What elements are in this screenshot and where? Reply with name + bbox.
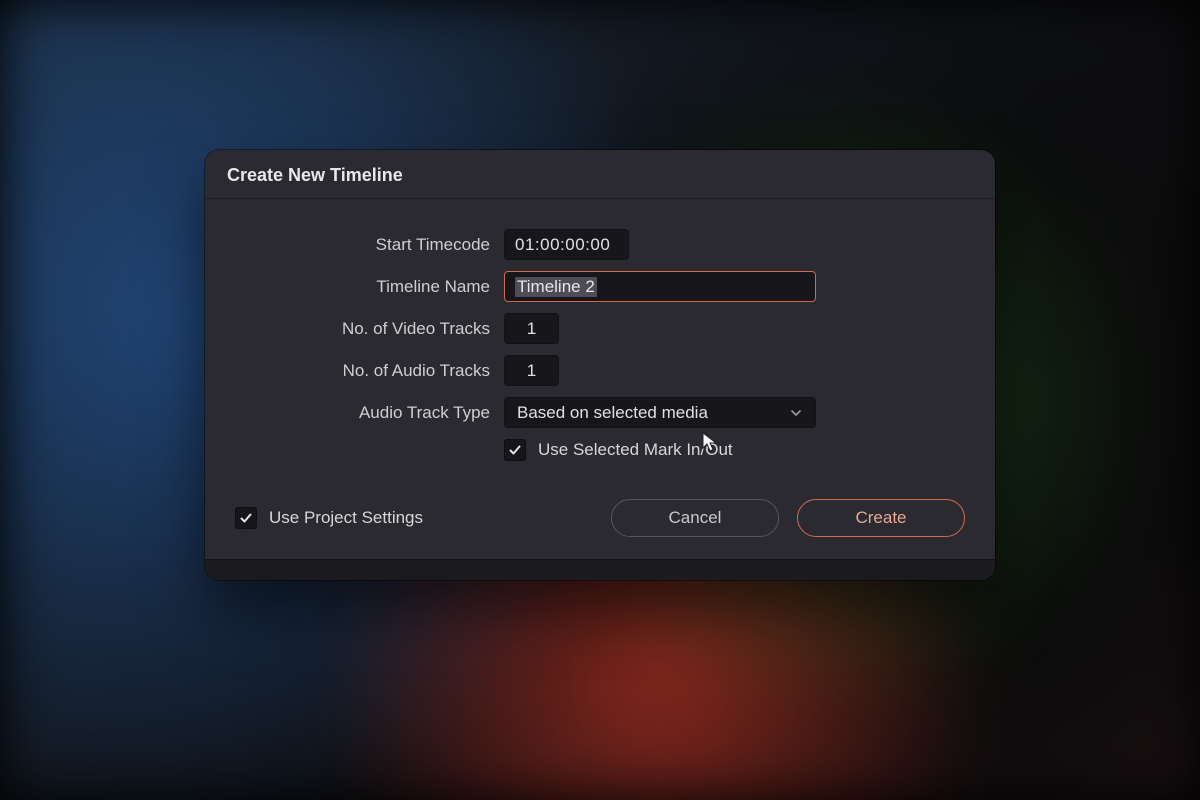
row-audio-tracks: No. of Audio Tracks 1 — [235, 355, 965, 386]
dialog-footer: Use Project Settings Cancel Create — [235, 499, 965, 537]
create-button[interactable]: Create — [797, 499, 965, 537]
label-start-timecode: Start Timecode — [235, 235, 490, 255]
dialog-title: Create New Timeline — [205, 150, 995, 199]
video-tracks-input[interactable]: 1 — [504, 313, 559, 344]
label-audio-tracks: No. of Audio Tracks — [235, 361, 490, 381]
cancel-button[interactable]: Cancel — [611, 499, 779, 537]
label-audio-track-type: Audio Track Type — [235, 403, 490, 423]
use-selected-mark-label: Use Selected Mark In/Out — [538, 440, 733, 460]
use-project-settings-checkbox-row: Use Project Settings — [235, 507, 423, 529]
use-selected-mark-checkbox[interactable] — [504, 439, 526, 461]
label-timeline-name: Timeline Name — [235, 277, 490, 297]
timeline-name-selection: Timeline 2 — [515, 277, 597, 297]
start-timecode-input[interactable]: 01:00:00:00 — [504, 229, 629, 260]
row-video-tracks: No. of Video Tracks 1 — [235, 313, 965, 344]
check-icon — [239, 511, 253, 525]
create-new-timeline-dialog: Create New Timeline Start Timecode 01:00… — [205, 150, 995, 580]
audio-track-type-value: Based on selected media — [517, 403, 708, 423]
use-project-settings-label: Use Project Settings — [269, 508, 423, 528]
audio-tracks-input[interactable]: 1 — [504, 355, 559, 386]
row-audio-track-type: Audio Track Type Based on selected media — [235, 397, 965, 428]
audio-track-type-select[interactable]: Based on selected media — [504, 397, 816, 428]
row-start-timecode: Start Timecode 01:00:00:00 — [235, 229, 965, 260]
use-project-settings-checkbox[interactable] — [235, 507, 257, 529]
dialog-bottom-strip — [205, 559, 995, 580]
use-selected-mark-checkbox-row: Use Selected Mark In/Out — [504, 439, 965, 461]
row-timeline-name: Timeline Name Timeline 2 — [235, 271, 965, 302]
label-video-tracks: No. of Video Tracks — [235, 319, 490, 339]
chevron-down-icon — [789, 406, 803, 420]
check-icon — [508, 443, 522, 457]
dialog-body: Start Timecode 01:00:00:00 Timeline Name… — [205, 199, 995, 559]
timeline-name-input[interactable]: Timeline 2 — [504, 271, 816, 302]
